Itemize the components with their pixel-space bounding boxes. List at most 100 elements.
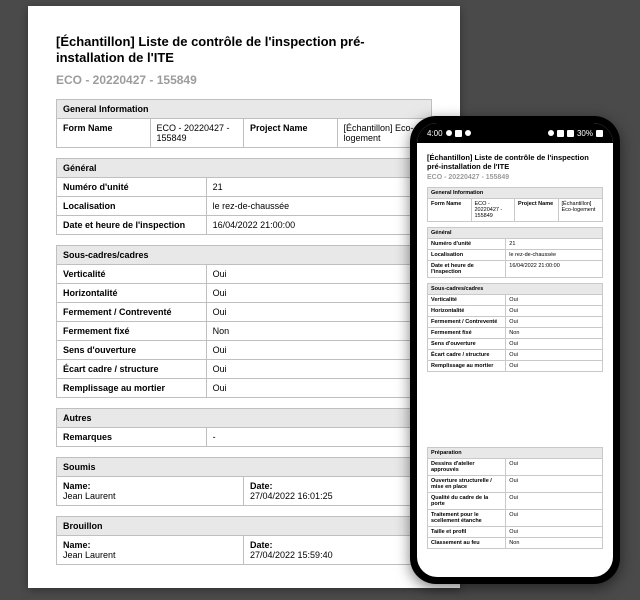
form-name-value: ECO - 20220427 - 155849 bbox=[151, 119, 245, 147]
scroll-gap bbox=[427, 377, 603, 447]
table-row: Name: Jean Laurent Date: 27/04/2022 15:5… bbox=[56, 536, 432, 565]
info-row: Form Name ECO - 20220427 - 155849 Projec… bbox=[56, 119, 432, 148]
row-value: Non bbox=[506, 328, 602, 338]
row-label: Date et heure de l'inspection bbox=[57, 216, 207, 234]
row-value: Oui bbox=[506, 339, 602, 349]
row-value: 21 bbox=[506, 239, 602, 249]
row-value: Oui bbox=[506, 317, 602, 327]
section-sous-cadres: Sous-cadres/cadres VerticalitéOui Horizo… bbox=[56, 245, 432, 398]
row-value: Oui bbox=[506, 350, 602, 360]
brouillon-name: Name: Jean Laurent bbox=[57, 536, 244, 564]
table-row: VerticalitéOui bbox=[427, 295, 603, 306]
row-label: Localisation bbox=[57, 197, 207, 215]
section-header: Brouillon bbox=[56, 516, 432, 536]
p-section-sous-cadres: Sous-cadres/cadres VerticalitéOui Horizo… bbox=[427, 283, 603, 372]
row-label: Horizontalité bbox=[428, 306, 506, 316]
form-name-label: Form Name bbox=[57, 119, 151, 147]
row-value: Oui bbox=[207, 341, 431, 359]
row-label: Verticalité bbox=[428, 295, 506, 305]
soumis-date: Date: 27/04/2022 16:01:25 bbox=[244, 477, 431, 505]
page-subtitle: ECO - 20220427 - 155849 bbox=[56, 73, 432, 87]
date-value: 27/04/2022 16:01:25 bbox=[250, 491, 425, 501]
row-label: Verticalité bbox=[57, 265, 207, 283]
row-value: Oui bbox=[207, 265, 431, 283]
section-header: Général bbox=[427, 227, 603, 239]
form-name-label: Form Name bbox=[428, 199, 472, 221]
form-name-value: ECO - 20220427 - 155849 bbox=[472, 199, 516, 221]
section-header: Sous-cadres/cadres bbox=[427, 283, 603, 295]
row-label: Remplissage au mortier bbox=[428, 361, 506, 371]
info-row: Form Name ECO - 20220427 - 155849 Projec… bbox=[427, 199, 603, 222]
battery-text: 30% bbox=[577, 129, 593, 138]
row-label: Remarques bbox=[57, 428, 207, 446]
table-row: Remplissage au mortierOui bbox=[56, 379, 432, 398]
row-value: Oui bbox=[207, 303, 431, 321]
row-value: Oui bbox=[506, 476, 602, 492]
row-label: Sens d'ouverture bbox=[57, 341, 207, 359]
name-value: Jean Laurent bbox=[63, 491, 237, 501]
row-label: Écart cadre / structure bbox=[57, 360, 207, 378]
row-label: Traitement pour le scellement étanche bbox=[428, 510, 506, 526]
name-value: Jean Laurent bbox=[63, 550, 237, 560]
row-value: Oui bbox=[506, 493, 602, 509]
section-header: General Information bbox=[56, 99, 432, 119]
status-dot-icon bbox=[446, 130, 452, 136]
p-section-general-info: General Information Form Name ECO - 2022… bbox=[427, 187, 603, 222]
section-general: Général Numéro d'unité21 Localisationle … bbox=[56, 158, 432, 235]
table-row: Remarques- bbox=[56, 428, 432, 447]
table-row: Name: Jean Laurent Date: 27/04/2022 16:0… bbox=[56, 477, 432, 506]
row-label: Qualité du cadre de la porte bbox=[428, 493, 506, 509]
wifi-icon bbox=[557, 130, 564, 137]
row-value: 16/04/2022 21:00:00 bbox=[506, 261, 602, 277]
row-value: Oui bbox=[506, 459, 602, 475]
table-row: Date et heure de l'inspection16/04/2022 … bbox=[427, 261, 603, 278]
project-name-label: Project Name bbox=[244, 119, 338, 147]
table-row: Fermement fixéNon bbox=[56, 322, 432, 341]
table-row: VerticalitéOui bbox=[56, 265, 432, 284]
section-brouillon: Brouillon Name: Jean Laurent Date: 27/04… bbox=[56, 516, 432, 565]
phone-content[interactable]: [Échantillon] Liste de contrôle de l'ins… bbox=[417, 143, 613, 577]
p-section-preparation: Préparation Dessins d'atelier approuvésO… bbox=[427, 447, 603, 549]
p-section-general: Général Numéro d'unité21 Localisationle … bbox=[427, 227, 603, 278]
date-value: 27/04/2022 15:59:40 bbox=[250, 550, 425, 560]
table-row: Localisationle rez-de-chaussée bbox=[56, 197, 432, 216]
section-autres: Autres Remarques- bbox=[56, 408, 432, 447]
row-value: 16/04/2022 21:00:00 bbox=[207, 216, 431, 234]
row-label: Numéro d'unité bbox=[428, 239, 506, 249]
table-row: Remplissage au mortierOui bbox=[427, 361, 603, 372]
section-header: Général bbox=[56, 158, 432, 178]
battery-icon bbox=[596, 130, 603, 137]
table-row: Fermement / ContreventéOui bbox=[56, 303, 432, 322]
table-row: Sens d'ouvertureOui bbox=[427, 339, 603, 350]
table-row: Traitement pour le scellement étancheOui bbox=[427, 510, 603, 527]
section-header: Soumis bbox=[56, 457, 432, 477]
row-label: Ouverture structurelle / mise en place bbox=[428, 476, 506, 492]
status-dot-icon bbox=[465, 130, 471, 136]
status-time: 4:00 bbox=[427, 129, 443, 138]
row-label: Remplissage au mortier bbox=[57, 379, 207, 397]
phone-frame: 4:00 30% [Échantillon] Liste de contrôle… bbox=[410, 116, 620, 584]
document-page: [Échantillon] Liste de contrôle de l'ins… bbox=[28, 6, 460, 588]
phone-page-subtitle: ECO - 20220427 - 155849 bbox=[427, 174, 603, 181]
section-general-information: General Information Form Name ECO - 2022… bbox=[56, 99, 432, 148]
table-row: Taille et profilOui bbox=[427, 527, 603, 538]
row-value: Oui bbox=[506, 510, 602, 526]
row-value: Oui bbox=[506, 361, 602, 371]
table-row: Fermement fixéNon bbox=[427, 328, 603, 339]
section-header: Préparation bbox=[427, 447, 603, 459]
table-row: Qualité du cadre de la porteOui bbox=[427, 493, 603, 510]
row-label: Sens d'ouverture bbox=[428, 339, 506, 349]
row-value: le rez-de-chaussée bbox=[207, 197, 431, 215]
table-row: Localisationle rez-de-chaussée bbox=[427, 250, 603, 261]
name-label: Name: bbox=[63, 481, 237, 491]
row-label: Fermement fixé bbox=[428, 328, 506, 338]
row-value: Oui bbox=[207, 360, 431, 378]
table-row: Fermement / ContreventéOui bbox=[427, 317, 603, 328]
name-label: Name: bbox=[63, 540, 237, 550]
row-label: Fermement / Contreventé bbox=[57, 303, 207, 321]
page-title: [Échantillon] Liste de contrôle de l'ins… bbox=[56, 34, 432, 67]
row-label: Écart cadre / structure bbox=[428, 350, 506, 360]
row-value: Oui bbox=[207, 284, 431, 302]
table-row: Date et heure de l'inspection16/04/2022 … bbox=[56, 216, 432, 235]
phone-page-title: [Échantillon] Liste de contrôle de l'ins… bbox=[427, 153, 603, 171]
